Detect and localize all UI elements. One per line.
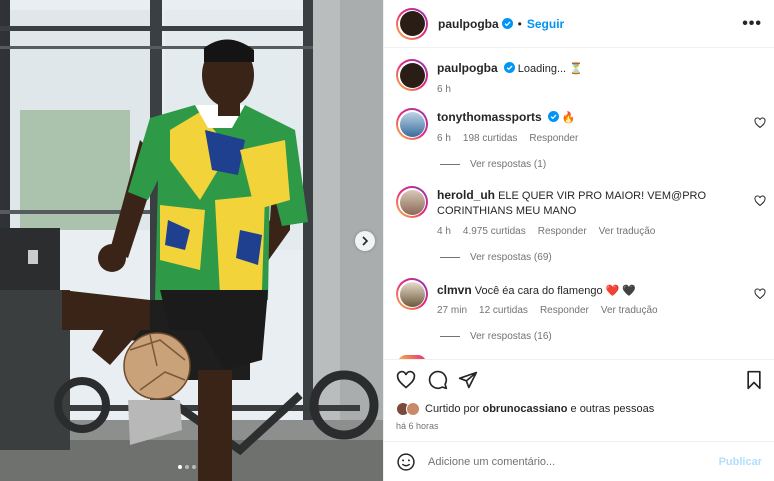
likes-user[interactable]: obrunocassiano — [482, 403, 567, 415]
comment-likes[interactable]: 198 curtidas — [463, 131, 517, 146]
like-button[interactable] — [396, 370, 416, 390]
carousel-dots — [178, 465, 196, 469]
bookmark-icon — [747, 370, 761, 390]
post-time[interactable]: há 6 horas — [396, 421, 439, 431]
likes-summary: Curtido por obrunocassiano e outras pess… — [396, 402, 654, 416]
reply-button[interactable]: Responder — [540, 303, 589, 318]
chevron-right-icon — [362, 236, 369, 246]
post-panel: paulpogba • Seguir ••• paulpogba Loading… — [383, 0, 774, 481]
avatar[interactable] — [406, 402, 420, 416]
translate-button[interactable]: Ver tradução — [601, 303, 658, 318]
comment-likes[interactable]: 4.975 curtidas — [463, 224, 526, 239]
carousel-dot — [192, 465, 196, 469]
publish-button[interactable]: Publicar — [719, 456, 762, 468]
share-button[interactable] — [458, 370, 478, 390]
avatar[interactable] — [396, 7, 428, 40]
photo-scene — [0, 0, 383, 481]
comment-input[interactable] — [428, 455, 719, 468]
reply-button[interactable]: Responder — [529, 131, 578, 146]
likes-suffix[interactable]: e outras pessoas — [571, 403, 655, 415]
view-replies-button[interactable]: Ver respostas (69) — [440, 252, 552, 263]
verified-icon — [501, 18, 513, 29]
more-options-button[interactable]: ••• — [742, 15, 762, 33]
carousel-dot — [185, 465, 189, 469]
reply-button[interactable]: Responder — [538, 224, 587, 239]
share-icon — [458, 371, 478, 389]
avatar[interactable] — [396, 108, 428, 140]
caption-time: 6 h — [437, 84, 451, 95]
avatar[interactable] — [396, 278, 428, 310]
verified-icon — [503, 62, 515, 73]
caption: paulpogba Loading... ⏳ 6 h — [396, 59, 764, 97]
comment-icon — [428, 370, 448, 390]
comment-item: herold_uh ELE QUER VIR PRO MAIOR! VEM@PR… — [396, 186, 764, 239]
comment-username[interactable]: tonythomassports — [437, 110, 542, 124]
heart-icon[interactable] — [754, 117, 766, 129]
comment-username[interactable]: herold_uh — [437, 188, 495, 202]
verified-icon — [547, 111, 559, 122]
emoji-icon[interactable] — [396, 452, 416, 472]
comment-username[interactable]: clmvn — [437, 283, 472, 297]
caption-username[interactable]: paulpogba — [437, 61, 498, 75]
next-photo-button[interactable] — [355, 231, 375, 251]
separator: • — [517, 16, 522, 31]
heart-icon[interactable] — [754, 195, 766, 207]
view-replies-button[interactable]: Ver respostas (16) — [440, 331, 552, 342]
avatar[interactable] — [396, 59, 428, 91]
comment-time: 27 min — [437, 305, 468, 316]
carousel-dot — [178, 465, 182, 469]
post-actions: Curtido por obrunocassiano e outras pess… — [384, 359, 774, 441]
comment-text: 🔥 — [561, 112, 576, 124]
heart-icon — [396, 370, 416, 389]
heart-icon[interactable] — [754, 288, 766, 300]
view-replies-label: Ver respostas (16) — [470, 331, 552, 342]
post-photo[interactable] — [0, 0, 383, 481]
comment-composer: Publicar — [384, 441, 774, 481]
post-header: paulpogba • Seguir ••• — [384, 0, 774, 48]
comment-button[interactable] — [428, 370, 448, 390]
instagram-post-modal: paulpogba • Seguir ••• paulpogba Loading… — [0, 0, 774, 481]
comment-item: tonythomassports 🔥 6 h 198 curtidas Resp… — [396, 108, 764, 146]
avatar[interactable] — [396, 186, 428, 218]
follow-button[interactable]: Seguir — [527, 17, 564, 31]
comment-text: Você éa cara do flamengo ❤️ 🖤 — [474, 285, 637, 297]
comment-time: 6 h — [437, 133, 451, 144]
view-replies-label: Ver respostas (69) — [470, 252, 552, 263]
view-replies-button[interactable]: Ver respostas (1) — [440, 159, 546, 170]
view-replies-label: Ver respostas (1) — [470, 159, 547, 170]
caption-text: Loading... ⏳ — [517, 63, 583, 75]
comment-time: 4 h — [437, 226, 451, 237]
likes-prefix: Curtido por — [425, 403, 480, 415]
save-button[interactable] — [744, 370, 764, 390]
comments-list[interactable]: paulpogba Loading... ⏳ 6 h tonythomasspo… — [384, 49, 774, 359]
author-username[interactable]: paulpogba — [438, 17, 499, 31]
comment-likes[interactable]: 12 curtidas — [479, 303, 528, 318]
translate-button[interactable]: Ver tradução — [599, 224, 656, 239]
comment-item: clmvn Você éa cara do flamengo ❤️ 🖤 27 m… — [396, 278, 764, 318]
